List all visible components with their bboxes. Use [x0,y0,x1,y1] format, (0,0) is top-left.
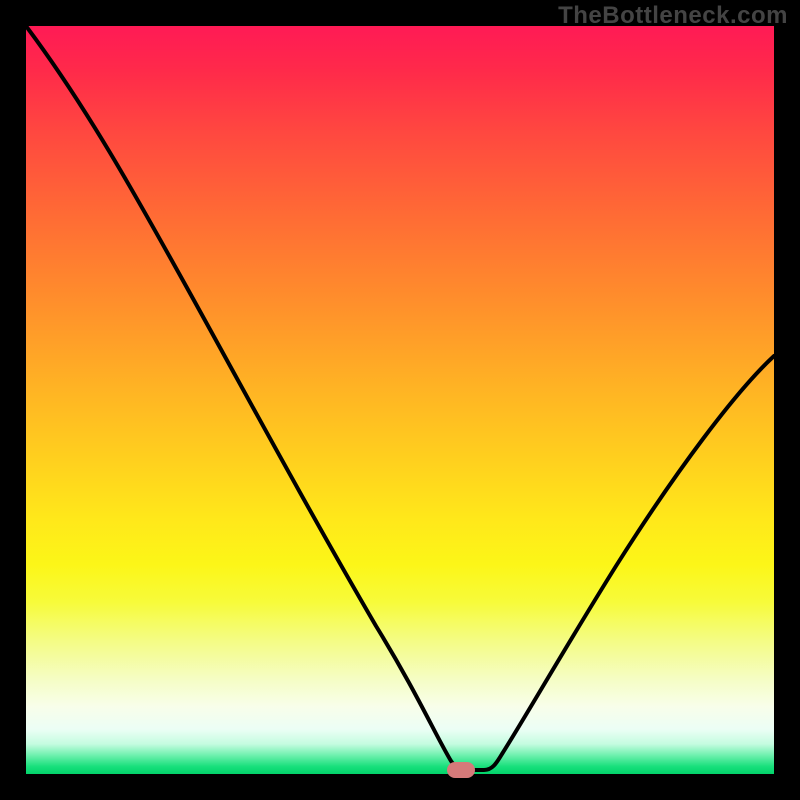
optimal-marker [447,762,475,778]
watermark-text: TheBottleneck.com [558,2,788,30]
chart-container: TheBottleneck.com [0,0,800,800]
plot-area [26,26,774,774]
curve-path [26,26,774,770]
bottleneck-curve [26,26,774,774]
